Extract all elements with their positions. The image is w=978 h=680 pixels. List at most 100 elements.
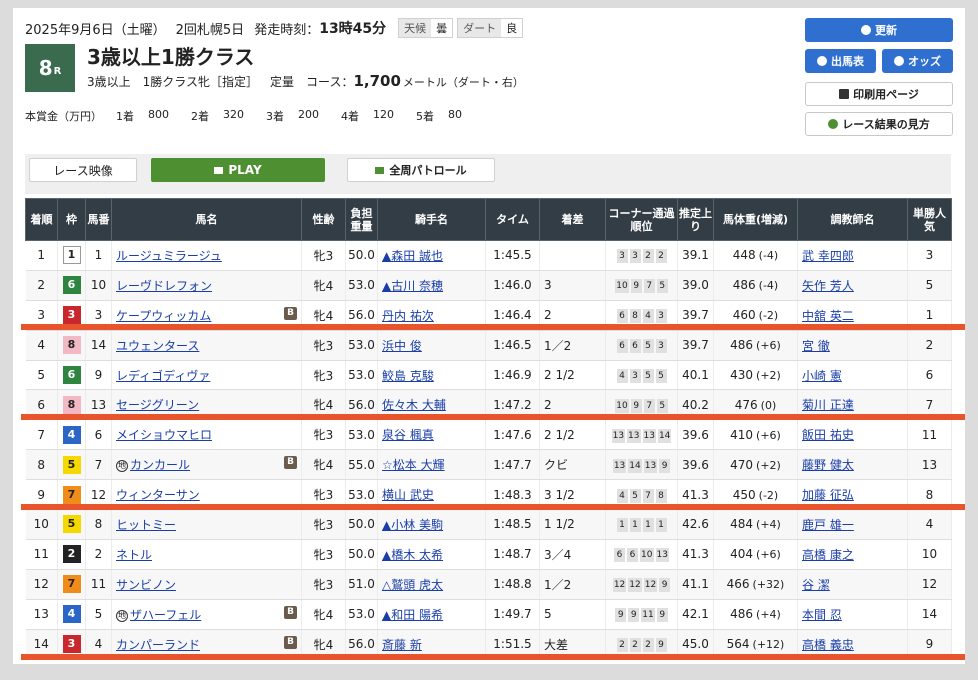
trainer-link[interactable]: 菊川 正達 xyxy=(802,398,854,412)
horse-name-link[interactable]: ヒットミー xyxy=(116,518,176,532)
jockey-link[interactable]: ▲森田 誠也 xyxy=(382,249,443,263)
jockey-link[interactable]: 浜中 俊 xyxy=(382,339,422,353)
jockey-link[interactable]: ▲古川 奈穂 xyxy=(382,279,443,293)
trainer-cell: 矢作 芳人 xyxy=(797,270,908,301)
trainer-link[interactable]: 高橋 康之 xyxy=(802,548,854,562)
play-button[interactable]: PLAY xyxy=(151,158,325,182)
rank-cell: 10 xyxy=(25,509,58,540)
patrol-button[interactable]: 全周パトロール xyxy=(347,158,495,182)
jockey-cell: ▲橋木 太希 xyxy=(377,539,486,570)
pop-cell: 2 xyxy=(907,330,952,361)
howto-button[interactable]: レース結果の見方 xyxy=(805,112,953,136)
horse-name-link[interactable]: セージグリーン xyxy=(116,398,199,412)
waku-cell: 4 xyxy=(57,419,86,451)
trainer-link[interactable]: 中舘 英二 xyxy=(802,309,854,323)
last3f-cell: 41.1 xyxy=(677,569,714,600)
trainer-link[interactable]: 高橋 義忠 xyxy=(802,638,854,652)
bodyweight-diff: (-4) xyxy=(758,249,779,263)
corner-position: 13 xyxy=(612,458,627,473)
sexage-cell: 牝3 xyxy=(301,419,346,451)
race-number: 8 xyxy=(38,56,53,80)
blinker-icon: B xyxy=(284,635,297,649)
corner-position: 4 xyxy=(616,488,628,503)
bodyweight: 486 xyxy=(730,338,754,353)
waku-badge: 3 xyxy=(62,635,81,654)
bodyweight: 460 xyxy=(732,308,756,323)
print-page-button[interactable]: 印刷用ページ xyxy=(805,82,953,106)
trainer-link[interactable]: 小崎 憲 xyxy=(802,369,842,383)
race-number-badge: 8R xyxy=(25,44,75,92)
bodyweight-cell: 448 (-4) xyxy=(713,240,798,271)
trainer-link[interactable]: 武 幸四郎 xyxy=(802,249,854,263)
jockey-link[interactable]: 丹内 祐次 xyxy=(382,309,434,323)
horse-cell: 地ザハーフェル B xyxy=(111,599,302,630)
horse-name-link[interactable]: サンビノン xyxy=(116,578,176,592)
jockey-link[interactable]: ☆松本 大輝 xyxy=(382,458,445,472)
jockey-link[interactable]: ▲橋木 太希 xyxy=(382,548,443,562)
horse-name-link[interactable]: ザハーフェル xyxy=(130,608,201,622)
odds-button[interactable]: オッズ xyxy=(882,49,953,73)
trainer-link[interactable]: 飯田 祐史 xyxy=(802,428,854,442)
horse-name-link[interactable]: ウィンターサン xyxy=(116,488,200,502)
bodyweight: 564 xyxy=(726,637,750,652)
corner-cell: 10 9 7 5 xyxy=(605,270,678,301)
horse-name-link[interactable]: レディゴディヴァ xyxy=(116,369,210,383)
horse-cell: レディゴディヴァ xyxy=(111,360,302,391)
weight-cell: 53.0 xyxy=(345,330,378,361)
table-row: 5 6 9 レディゴディヴァ 牝3 53.0 鮫島 克駿 1:46.9 2 1/2 4 3 5 5 40.… xyxy=(25,360,952,391)
horse-name-link[interactable]: レーヴドレフォン xyxy=(116,279,212,293)
corner-position: 2 xyxy=(642,638,654,653)
horse-name-link[interactable]: ネトル xyxy=(116,548,152,562)
bodyweight: 410 xyxy=(730,427,754,442)
jockey-link[interactable]: △鷲頭 虎太 xyxy=(382,578,443,592)
jockey-link[interactable]: 鮫島 克駿 xyxy=(382,369,434,383)
jockey-link[interactable]: 横山 武史 xyxy=(382,488,434,502)
rank-cell: 12 xyxy=(25,569,58,600)
trainer-link[interactable]: 矢作 芳人 xyxy=(802,279,854,293)
trainer-link[interactable]: 鹿戸 雄一 xyxy=(802,518,854,532)
trainer-link[interactable]: 谷 潔 xyxy=(802,578,830,592)
corner-positions: 13 14 13 9 xyxy=(612,458,671,473)
rank-cell: 8 xyxy=(25,449,58,481)
trainer-link[interactable]: 宮 徹 xyxy=(802,339,830,353)
refresh-button[interactable]: 更新 xyxy=(805,18,953,42)
jockey-link[interactable]: ▲和田 陽希 xyxy=(382,608,443,622)
corner-cell: 13 13 13 14 xyxy=(605,419,678,451)
corner-position: 2 xyxy=(655,249,667,264)
jockey-cell: ▲小林 美駒 xyxy=(377,509,486,540)
jockey-link[interactable]: 泉谷 楓真 xyxy=(382,428,434,442)
sexage-cell: 牝3 xyxy=(301,240,346,271)
jockey-link[interactable]: ▲小林 美駒 xyxy=(382,518,443,532)
entries-button[interactable]: 出馬表 xyxy=(805,49,876,73)
umaban-cell: 9 xyxy=(85,360,112,391)
margin-cell: 5 xyxy=(539,599,606,630)
last3f-cell: 39.7 xyxy=(677,330,714,361)
horse-name-link[interactable]: カンパーランド xyxy=(116,638,200,652)
corner-positions: 6 6 10 13 xyxy=(614,548,669,563)
horse-name-link[interactable]: ケープウィッカム xyxy=(116,309,211,323)
bodyweight-diff: (+6) xyxy=(756,339,781,353)
horse-name-link[interactable]: ルージュミラージュ xyxy=(116,249,222,263)
corner-position: 9 xyxy=(655,638,667,653)
sexage-cell: 牝4 xyxy=(301,599,346,630)
jockey-link[interactable]: 斎藤 新 xyxy=(382,638,422,652)
col-weight: 負担重量 xyxy=(345,198,378,241)
trainer-link[interactable]: 本間 忍 xyxy=(802,608,842,622)
jockey-link[interactable]: 佐々木 大輔 xyxy=(382,398,446,412)
corner-position: 9 xyxy=(630,398,642,413)
race-info-line: 2025年9月6日（土曜） 2回札幌5日 発走時刻： 13時45分 天候 曇 ダ… xyxy=(25,18,527,38)
horse-name-link[interactable]: ユウェンタース xyxy=(116,339,199,353)
trainer-link[interactable]: 加藤 征弘 xyxy=(802,488,854,502)
corner-position: 13 xyxy=(655,548,669,563)
horse-name-link[interactable]: メイショウマヒロ xyxy=(116,428,212,442)
rank-cell: 11 xyxy=(25,539,58,570)
trainer-link[interactable]: 藤野 健太 xyxy=(802,458,854,472)
waku-badge: 7 xyxy=(62,575,81,594)
chevron-right-icon xyxy=(894,56,904,66)
waku-badge: 3 xyxy=(62,306,81,325)
weight-cell: 51.0 xyxy=(345,569,378,600)
weather-chip: 天候 曇 xyxy=(398,18,454,38)
horse-name-link[interactable]: カンカール xyxy=(130,458,190,472)
weather-label: 天候 xyxy=(399,19,432,37)
corner-position: 13 xyxy=(642,428,656,443)
